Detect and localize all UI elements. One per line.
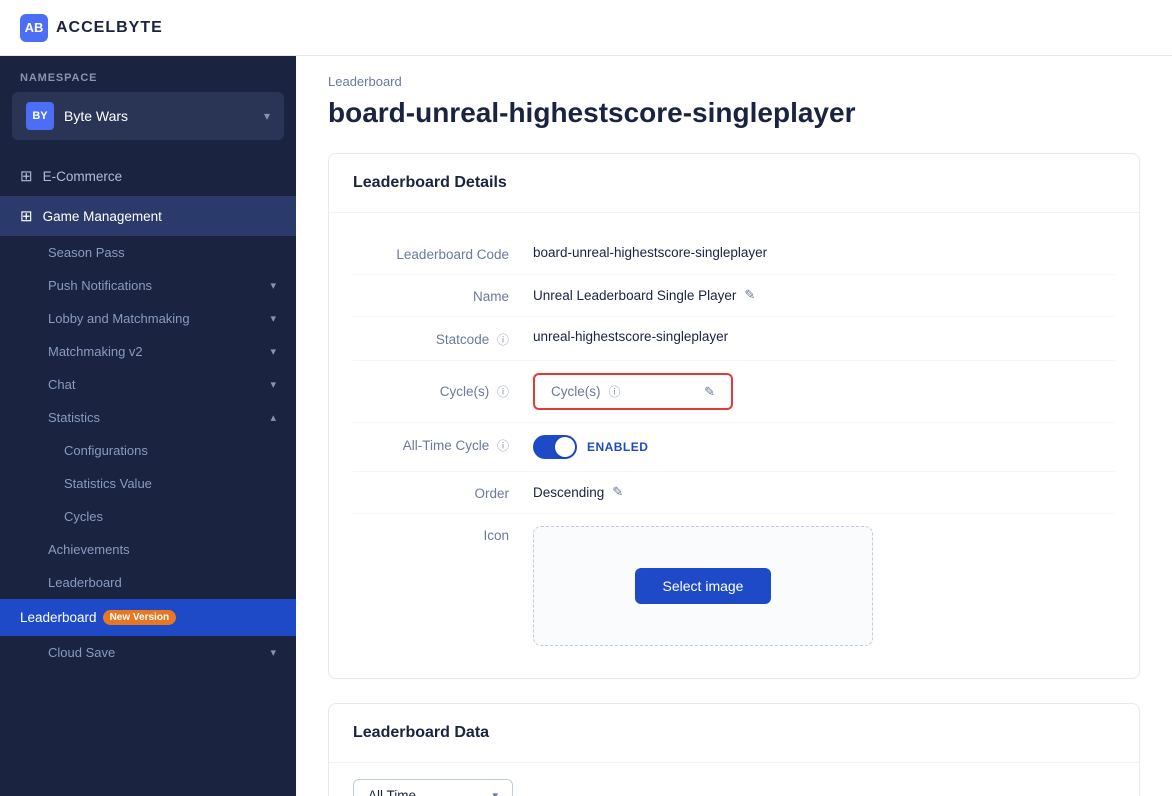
matchmaking-v2-chevron-icon: ▾ [270, 345, 276, 358]
edit-order-icon[interactable]: ✎ [612, 484, 623, 500]
toggle-wrap: ENABLED [533, 435, 648, 459]
namespace-chevron-icon: ▾ [264, 109, 270, 123]
sidebar: NAMESPACE BY Byte Wars ▾ ⊞ E-Commerce ⊞ … [0, 56, 296, 796]
all-time-dropdown-value: All Time [368, 788, 416, 796]
layout: NAMESPACE BY Byte Wars ▾ ⊞ E-Commerce ⊞ … [0, 56, 1172, 796]
namespace-name: Byte Wars [64, 108, 254, 124]
sidebar-item-push-notifications[interactable]: Push Notifications ▾ [0, 269, 296, 302]
statistics-label: Statistics [48, 410, 100, 425]
sidebar-item-cycles[interactable]: Cycles [0, 500, 296, 533]
value-cycles: Cycle(s) ⓘ ✎ [533, 373, 733, 410]
toggle-enabled-label: ENABLED [587, 440, 648, 454]
breadcrumb: Leaderboard [296, 56, 1172, 89]
cycles-edit-icon[interactable]: ✎ [704, 384, 715, 400]
label-statcode: Statcode ⓘ [353, 329, 533, 348]
detail-row-name: Name Unreal Leaderboard Single Player ✎ [353, 275, 1115, 317]
sidebar-item-cloud-save[interactable]: Cloud Save ▾ [0, 636, 296, 669]
label-all-time-cycle: All-Time Cycle ⓘ [353, 435, 533, 454]
game-management-label: Game Management [43, 209, 276, 224]
logo: AB ACCELBYTE [20, 14, 163, 42]
leaderboard-data-body: All Time ▾ [329, 763, 1139, 796]
main-content: Leaderboard board-unreal-highestscore-si… [296, 56, 1172, 796]
label-leaderboard-code: Leaderboard Code [353, 245, 533, 262]
section-title-data: Leaderboard Data [329, 704, 1139, 763]
sidebar-item-statistics[interactable]: Statistics ▴ [0, 401, 296, 434]
cycles-text: Cycle(s) [440, 384, 490, 399]
value-name: Unreal Leaderboard Single Player ✎ [533, 287, 755, 303]
order-text: Descending [533, 485, 604, 500]
detail-row-order: Order Descending ✎ [353, 472, 1115, 514]
sidebar-item-configurations[interactable]: Configurations [0, 434, 296, 467]
sidebar-item-leaderboard-new[interactable]: Leaderboard New Version [0, 599, 296, 636]
cycles-box-label: Cycle(s) [551, 384, 601, 399]
detail-row-cycles: Cycle(s) ⓘ Cycle(s) ⓘ ✎ [353, 361, 1115, 423]
sidebar-item-leaderboard-old[interactable]: Leaderboard [0, 566, 296, 599]
ecommerce-icon: ⊞ [20, 167, 33, 185]
label-icon: Icon [353, 526, 533, 543]
label-order: Order [353, 484, 533, 501]
detail-row-icon: Icon Select image [353, 514, 1115, 658]
cycles-box[interactable]: Cycle(s) ⓘ ✎ [533, 373, 733, 410]
label-name: Name [353, 287, 533, 304]
sidebar-item-season-pass[interactable]: Season Pass [0, 236, 296, 269]
sidebar-item-ecommerce[interactable]: ⊞ E-Commerce [0, 156, 296, 196]
name-text: Unreal Leaderboard Single Player [533, 288, 736, 303]
section-title-details: Leaderboard Details [329, 154, 1139, 213]
matchmaking-v2-label: Matchmaking v2 [48, 344, 143, 359]
value-all-time-cycle: ENABLED [533, 435, 648, 459]
statistics-chevron-icon: ▴ [270, 411, 276, 424]
lobby-matchmaking-label: Lobby and Matchmaking [48, 311, 190, 326]
value-leaderboard-code: board-unreal-highestscore-singleplayer [533, 245, 767, 260]
chat-chevron-icon: ▾ [270, 378, 276, 391]
logo-icon: AB [20, 14, 48, 42]
push-notifications-label: Push Notifications [48, 278, 152, 293]
new-version-badge: New Version [103, 610, 176, 625]
namespace-label: NAMESPACE [0, 56, 296, 92]
namespace-selector[interactable]: BY Byte Wars ▾ [12, 92, 284, 140]
sidebar-item-chat[interactable]: Chat ▾ [0, 368, 296, 401]
sidebar-item-game-management[interactable]: ⊞ Game Management [0, 196, 296, 236]
sidebar-item-matchmaking-v2[interactable]: Matchmaking v2 ▾ [0, 335, 296, 368]
details-table: Leaderboard Code board-unreal-highestsco… [329, 213, 1139, 678]
toggle-knob [555, 437, 575, 457]
detail-row-all-time-cycle: All-Time Cycle ⓘ ENABLED [353, 423, 1115, 472]
cloud-save-label: Cloud Save [48, 645, 115, 660]
value-order: Descending ✎ [533, 484, 623, 500]
all-time-dropdown[interactable]: All Time ▾ [353, 779, 513, 796]
cycles-info-icon: ⓘ [497, 385, 509, 399]
sidebar-item-lobby-matchmaking[interactable]: Lobby and Matchmaking ▾ [0, 302, 296, 335]
value-icon: Select image [533, 526, 873, 646]
edit-name-icon[interactable]: ✎ [744, 287, 755, 303]
all-time-dropdown-chevron-icon: ▾ [492, 789, 498, 796]
lobby-chevron-icon: ▾ [270, 312, 276, 325]
value-statcode: unreal-highestscore-singleplayer [533, 329, 728, 344]
page-title: board-unreal-highestscore-singleplayer [296, 89, 1172, 153]
all-time-toggle[interactable] [533, 435, 577, 459]
detail-row-code: Leaderboard Code board-unreal-highestsco… [353, 233, 1115, 275]
detail-row-statcode: Statcode ⓘ unreal-highestscore-singlepla… [353, 317, 1115, 361]
all-time-cycle-text: All-Time Cycle [403, 438, 490, 453]
icon-upload-area: Select image [533, 526, 873, 646]
ecommerce-label: E-Commerce [43, 169, 276, 184]
leaderboard-new-label: Leaderboard [20, 610, 97, 625]
cloud-save-chevron-icon: ▾ [270, 646, 276, 659]
game-management-icon: ⊞ [20, 207, 33, 225]
statcode-text: Statcode [436, 332, 489, 347]
namespace-avatar: BY [26, 102, 54, 130]
statcode-info-icon: ⓘ [497, 333, 509, 347]
leaderboard-details-section: Leaderboard Details Leaderboard Code boa… [328, 153, 1140, 679]
leaderboard-data-section: Leaderboard Data All Time ▾ [328, 703, 1140, 796]
topbar: AB ACCELBYTE [0, 0, 1172, 56]
push-notifications-chevron-icon: ▾ [270, 279, 276, 292]
chat-label: Chat [48, 377, 75, 392]
all-time-info-icon: ⓘ [497, 439, 509, 453]
cycles-box-info-icon: ⓘ [609, 383, 621, 400]
sidebar-item-achievements[interactable]: Achievements [0, 533, 296, 566]
label-cycles: Cycle(s) ⓘ [353, 373, 533, 400]
select-image-button[interactable]: Select image [635, 568, 772, 604]
logo-text: ACCELBYTE [56, 19, 163, 37]
sidebar-item-statistics-value[interactable]: Statistics Value [0, 467, 296, 500]
